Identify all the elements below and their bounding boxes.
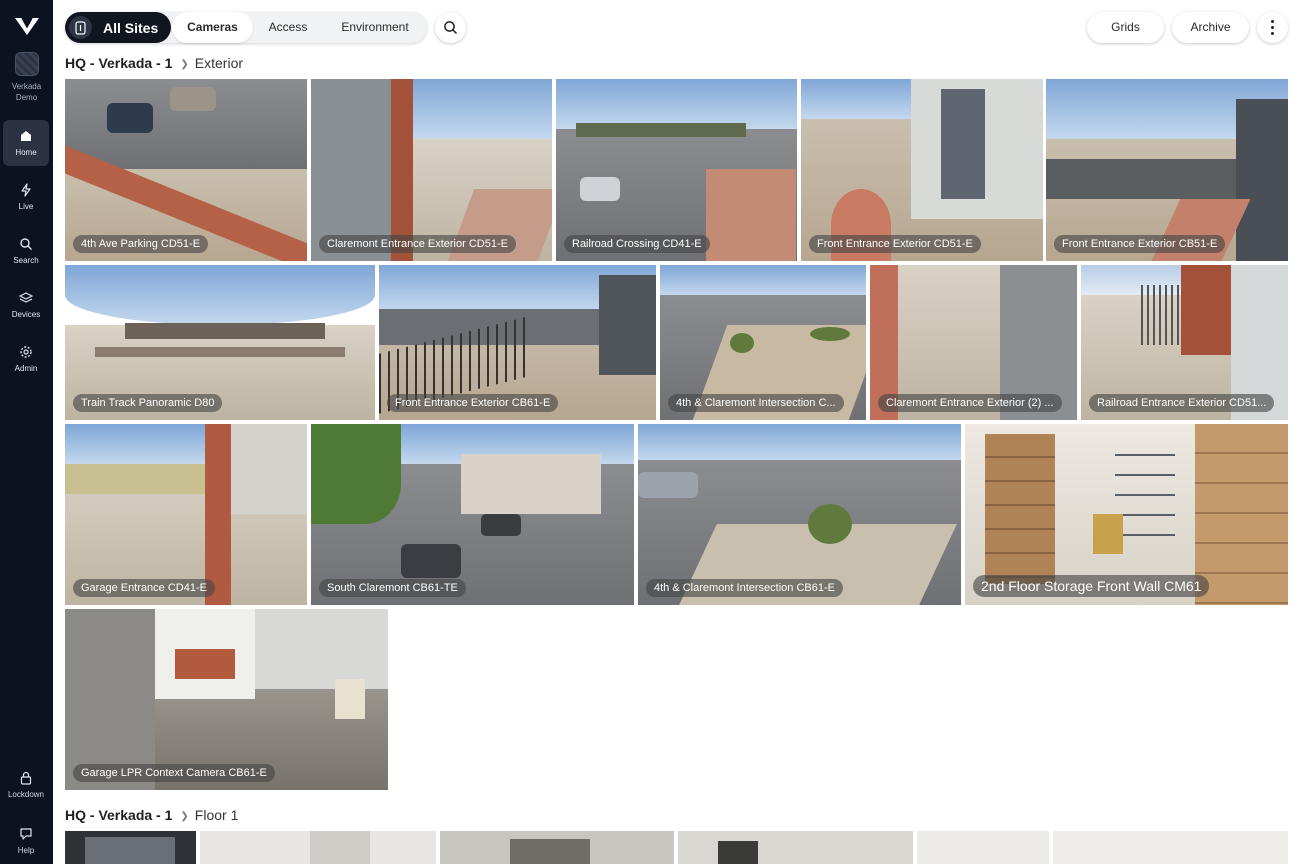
all-sites-button[interactable]: All Sites bbox=[65, 12, 171, 43]
camera-name: Railroad Crossing CD41-E bbox=[564, 235, 710, 253]
sidebar-item-label: Home bbox=[15, 148, 37, 157]
camera-tile[interactable] bbox=[65, 831, 196, 864]
camera-tile[interactable]: Front Entrance Exterior CB61-E bbox=[379, 265, 656, 420]
tab-access[interactable]: Access bbox=[255, 12, 321, 43]
camera-tile[interactable]: 2nd Floor Storage Front Wall CM61 bbox=[965, 424, 1288, 605]
camera-name: Garage Entrance CD41-E bbox=[73, 579, 215, 597]
sidebar-item-live[interactable]: Live bbox=[3, 174, 49, 220]
search-icon bbox=[444, 21, 458, 35]
gear-icon bbox=[20, 346, 32, 358]
camera-tile[interactable] bbox=[917, 831, 1049, 864]
breadcrumb-area: Exterior bbox=[194, 55, 244, 71]
org-switcher[interactable]: Verkada Demo bbox=[0, 52, 53, 103]
camera-name: Front Entrance Exterior CD51-E bbox=[809, 235, 981, 253]
bolt-icon bbox=[21, 183, 31, 197]
camera-name: Claremont Entrance Exterior (2) ... bbox=[878, 394, 1062, 412]
breadcrumb: HQ - Verkada - 1 ❯ Exterior bbox=[65, 54, 243, 72]
camera-tile[interactable]: Railroad Crossing CD41-E bbox=[556, 79, 797, 261]
breadcrumb: HQ - Verkada - 1 ❯ Floor 1 bbox=[65, 806, 238, 824]
sidebar-item-home[interactable]: Home bbox=[3, 120, 49, 166]
sidebar-item-devices[interactable]: Devices bbox=[3, 282, 49, 328]
sidebar-item-label: Help bbox=[17, 846, 35, 855]
camera-tile[interactable]: Claremont Entrance Exterior CD51-E bbox=[311, 79, 552, 261]
product-tabs: All Sites Cameras Access Environment bbox=[65, 12, 427, 43]
grids-button[interactable]: Grids bbox=[1087, 12, 1164, 43]
camera-name: South Claremont CB61-TE bbox=[319, 579, 466, 597]
camera-tile[interactable]: 4th & Claremont Intersection C... bbox=[660, 265, 866, 420]
camera-name: 4th & Claremont Intersection C... bbox=[668, 394, 844, 412]
breadcrumb-area: Floor 1 bbox=[194, 807, 239, 823]
camera-tile[interactable]: Garage LPR Context Camera CB61-E bbox=[65, 609, 388, 790]
org-name-line2: Demo bbox=[15, 93, 38, 102]
camera-tile[interactable]: 4th & Claremont Intersection CB61-E bbox=[638, 424, 961, 605]
archive-button[interactable]: Archive bbox=[1172, 12, 1249, 43]
sites-icon bbox=[69, 16, 92, 39]
devices-icon bbox=[19, 292, 33, 303]
more-options-button[interactable] bbox=[1257, 12, 1288, 43]
camera-tile[interactable]: Claremont Entrance Exterior (2) ... bbox=[870, 265, 1077, 420]
camera-name: Front Entrance Exterior CB51-E bbox=[1054, 235, 1226, 253]
sidebar-item-label: Live bbox=[18, 202, 34, 211]
all-sites-label: All Sites bbox=[103, 20, 159, 36]
org-avatar bbox=[14, 52, 39, 76]
camera-name: 4th Ave Parking CD51-E bbox=[73, 235, 209, 253]
camera-name: 4th & Claremont Intersection CB61-E bbox=[646, 579, 843, 597]
camera-tile[interactable]: South Claremont CB61-TE bbox=[311, 424, 634, 605]
lock-icon bbox=[20, 771, 32, 785]
chevron-right-icon: ❯ bbox=[180, 59, 189, 70]
tab-environment[interactable]: Environment bbox=[327, 12, 423, 43]
sidebar-item-search[interactable]: Search bbox=[3, 228, 49, 274]
camera-name: 2nd Floor Storage Front Wall CM61 bbox=[973, 575, 1210, 597]
chevron-right-icon: ❯ bbox=[180, 811, 189, 822]
camera-name: Railroad Entrance Exterior CD51... bbox=[1089, 394, 1275, 412]
sidebar-item-label: Search bbox=[13, 256, 39, 265]
camera-name: Garage LPR Context Camera CB61-E bbox=[73, 764, 275, 782]
chat-icon bbox=[20, 828, 32, 840]
sidebar-item-label: Lockdown bbox=[7, 790, 45, 799]
camera-tile[interactable] bbox=[440, 831, 674, 864]
search-icon bbox=[20, 238, 32, 250]
camera-tile[interactable]: Garage Entrance CD41-E bbox=[65, 424, 307, 605]
home-icon bbox=[21, 131, 31, 141]
sidebar: Verkada Demo Home Live Search Devices Ad… bbox=[0, 0, 53, 864]
camera-name: Claremont Entrance Exterior CD51-E bbox=[319, 235, 516, 253]
lockdown-button[interactable]: Lockdown bbox=[3, 762, 49, 808]
sidebar-item-label: Admin bbox=[14, 364, 38, 373]
org-name: Verkada Demo bbox=[0, 81, 53, 103]
breadcrumb-site[interactable]: HQ - Verkada - 1 bbox=[65, 807, 172, 823]
help-button[interactable]: Help bbox=[3, 818, 49, 864]
camera-tile[interactable]: Train Track Panoramic D80 bbox=[65, 265, 375, 420]
camera-tile[interactable]: Front Entrance Exterior CD51-E bbox=[801, 79, 1043, 261]
camera-tile[interactable] bbox=[200, 831, 436, 864]
camera-name: Train Track Panoramic D80 bbox=[73, 394, 223, 412]
camera-tile[interactable]: 4th Ave Parking CD51-E bbox=[65, 79, 307, 261]
app-root: Verkada Demo Home Live Search Devices Ad… bbox=[0, 0, 1300, 864]
breadcrumb-site[interactable]: HQ - Verkada - 1 bbox=[65, 55, 172, 71]
verkada-logo[interactable] bbox=[14, 14, 40, 36]
search-button[interactable] bbox=[435, 12, 466, 43]
sidebar-item-admin[interactable]: Admin bbox=[3, 336, 49, 382]
camera-tile[interactable]: Railroad Entrance Exterior CD51... bbox=[1081, 265, 1288, 420]
camera-name: Front Entrance Exterior CB61-E bbox=[387, 394, 559, 412]
camera-tile[interactable]: Front Entrance Exterior CB51-E bbox=[1046, 79, 1288, 261]
tab-cameras[interactable]: Cameras bbox=[172, 12, 253, 43]
sidebar-item-label: Devices bbox=[11, 310, 41, 319]
camera-tile[interactable] bbox=[678, 831, 913, 864]
org-name-line1: Verkada bbox=[11, 82, 42, 91]
camera-tile[interactable] bbox=[1053, 831, 1288, 864]
